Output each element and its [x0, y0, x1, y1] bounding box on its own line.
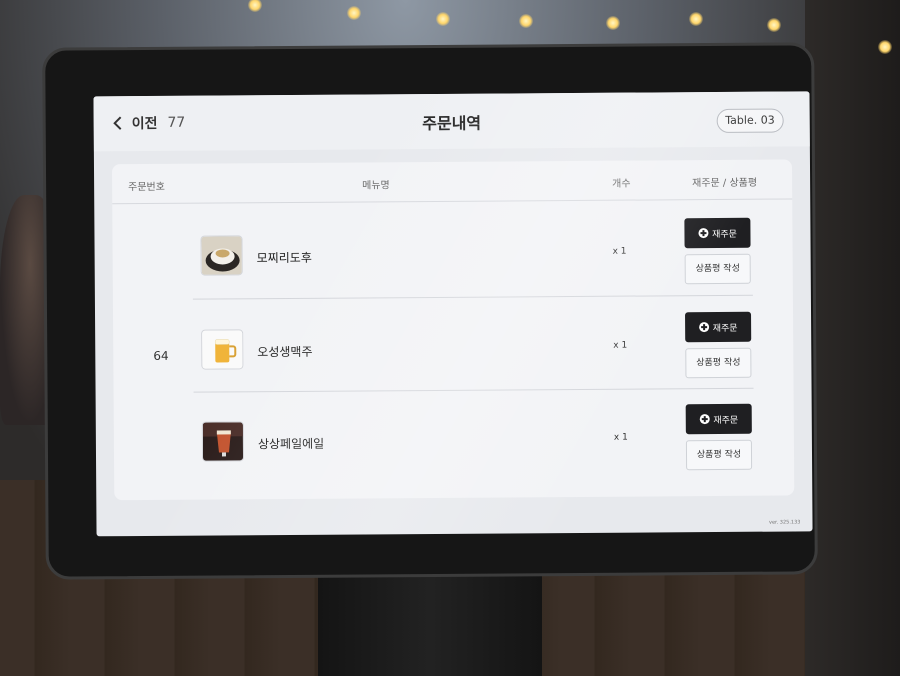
table-badge: Table. 03	[716, 108, 784, 133]
plus-circle-icon	[698, 228, 709, 239]
item-name: 모찌리도후	[256, 250, 312, 266]
string-light	[519, 14, 533, 28]
string-light	[606, 16, 620, 30]
header-bar: 이전 77 주문내역 Table. 03	[93, 91, 810, 152]
item-qty: x 1	[612, 246, 627, 257]
reorder-button[interactable]: 재주문	[684, 217, 751, 249]
order-item-row: 상상페일에일 x 1 재주문 상품평 작성	[194, 390, 755, 484]
version-label: ver. 325.133	[768, 519, 801, 526]
write-review-button[interactable]: 상품평 작성	[685, 439, 753, 471]
item-qty: x 1	[613, 340, 628, 351]
column-header-order-no: 주문번호	[128, 181, 165, 194]
plus-circle-icon	[698, 322, 709, 333]
page-title: 주문내역	[422, 113, 482, 134]
order-item-row: 모찌리도후 x 1 재주문 상품평 작성	[192, 204, 753, 298]
background-wall	[805, 0, 900, 676]
item-qty: x 1	[613, 432, 628, 443]
string-light	[347, 6, 361, 20]
reorder-button[interactable]: 재주문	[685, 311, 752, 343]
column-header-qty: 개수	[612, 178, 631, 190]
column-header-action: 재주문 / 상품평	[692, 177, 758, 190]
plus-circle-icon	[699, 414, 710, 425]
string-light	[878, 40, 892, 54]
string-light	[436, 12, 450, 26]
string-light	[689, 12, 703, 26]
item-name: 오성생맥주	[257, 344, 313, 360]
pale-ale-glass-thumbnail	[201, 421, 245, 462]
table-header: 주문번호 메뉴명 개수 재주문 / 상품평	[111, 159, 793, 205]
write-review-button[interactable]: 상품평 작성	[684, 253, 751, 285]
reorder-label: 재주문	[712, 229, 737, 240]
write-review-button[interactable]: 상품평 작성	[685, 347, 752, 379]
screen: 이전 77 주문내역 Table. 03 주문번호 메뉴명 개수 재주문 / 상…	[93, 91, 813, 537]
string-light	[767, 18, 781, 32]
tablet-device: 이전 77 주문내역 Table. 03 주문번호 메뉴명 개수 재주문 / 상…	[42, 42, 818, 580]
mochi-dish-thumbnail	[200, 235, 243, 276]
reorder-label: 재주문	[712, 323, 738, 334]
reorder-label: 재주문	[713, 415, 739, 426]
order-number: 64	[153, 348, 169, 363]
column-header-menu: 메뉴명	[362, 180, 390, 192]
item-name: 상상페일에일	[257, 436, 325, 452]
beer-mug-thumbnail	[201, 329, 244, 370]
order-list-panel: 주문번호 메뉴명 개수 재주문 / 상품평 64 모찌리도후 x 1 재주문 상…	[111, 159, 795, 501]
order-item-row: 오성생맥주 x 1 재주문 상품평 작성	[193, 298, 754, 392]
reorder-button[interactable]: 재주문	[685, 403, 752, 435]
